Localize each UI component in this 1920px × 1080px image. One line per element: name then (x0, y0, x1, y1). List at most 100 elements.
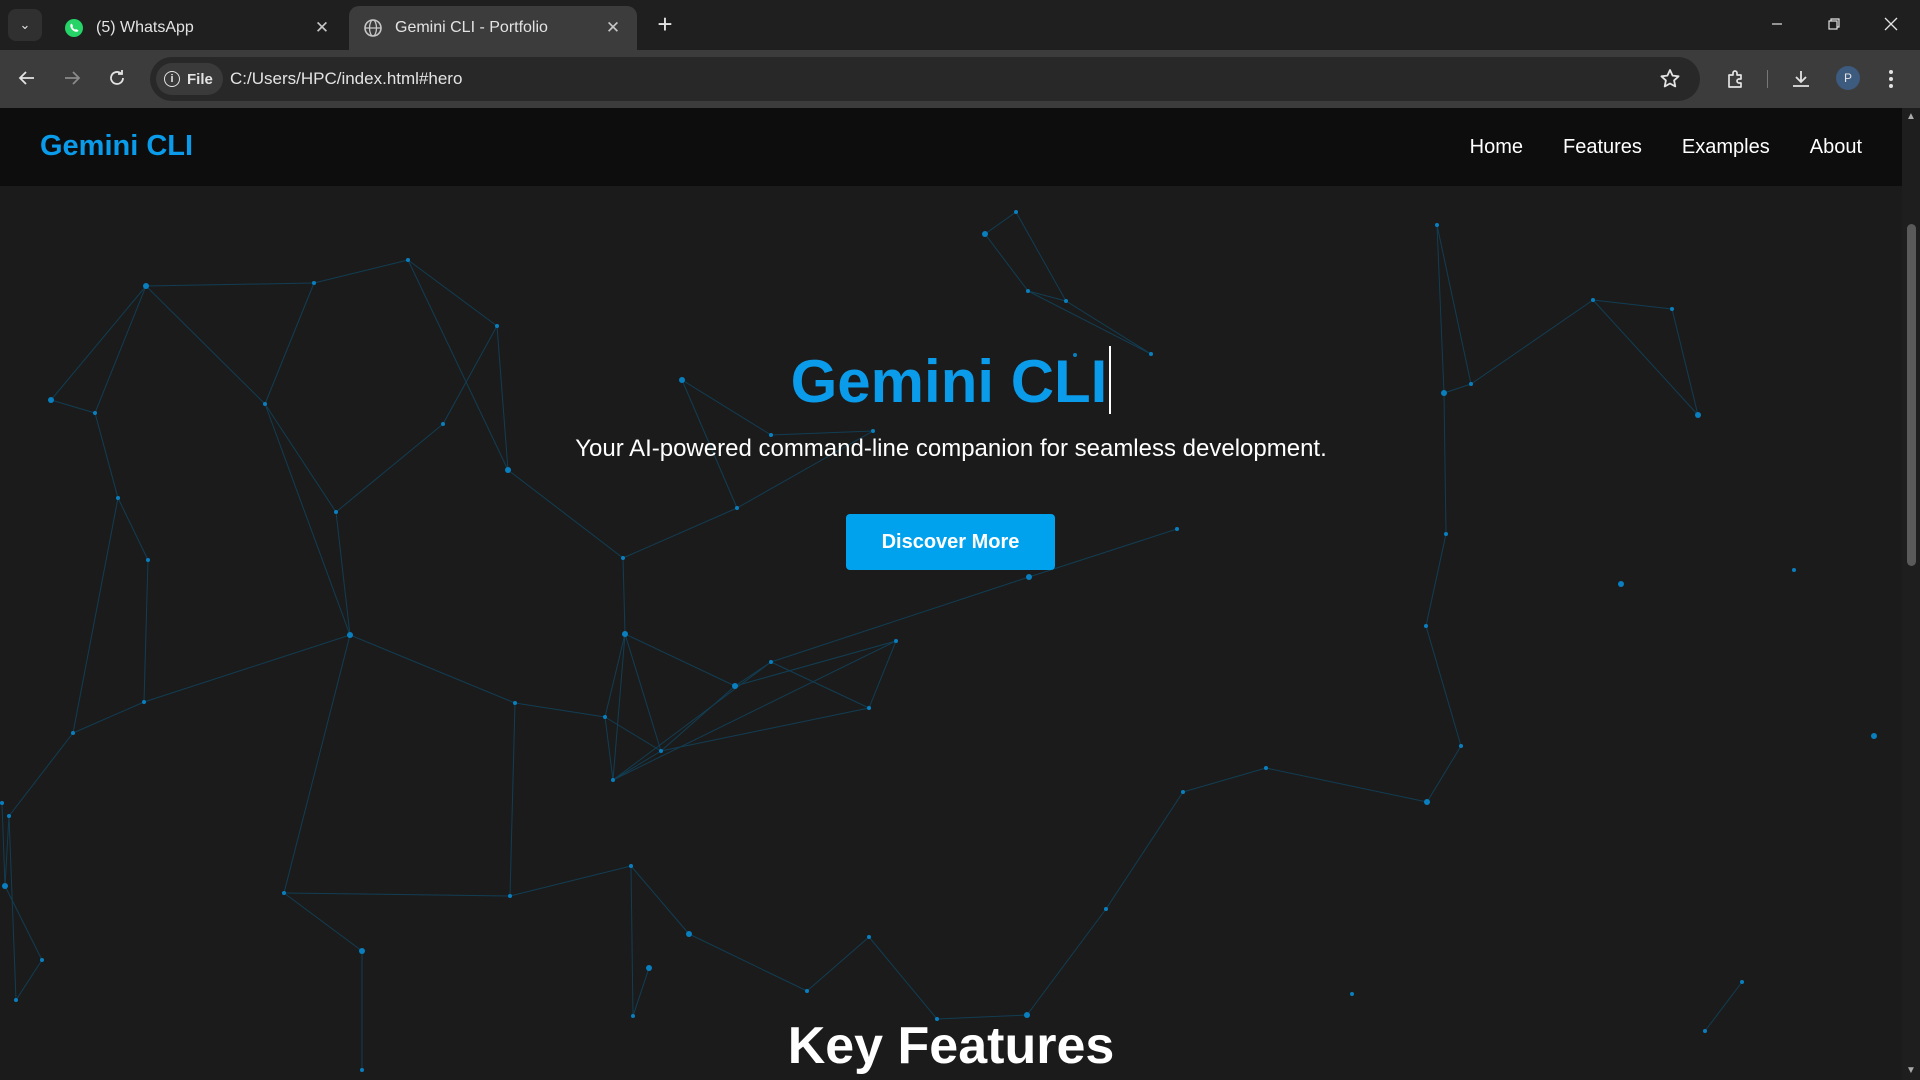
network-node (1740, 980, 1744, 984)
scroll-thumb[interactable] (1907, 224, 1916, 566)
scroll-up-icon[interactable]: ▲ (1906, 112, 1916, 122)
window-close-button[interactable] (1862, 0, 1920, 48)
network-link (143, 634, 351, 703)
network-link (622, 507, 738, 559)
network-node (334, 510, 338, 514)
network-node (871, 429, 875, 433)
network-link (407, 259, 498, 327)
network-link (509, 702, 516, 897)
nav-link-features[interactable]: Features (1563, 136, 1642, 159)
discover-more-button[interactable]: Discover More (846, 514, 1055, 570)
network-link (1027, 290, 1152, 355)
new-tab-button[interactable]: + (650, 10, 680, 40)
page-scrollbar[interactable]: ▲ ▼ (1902, 108, 1920, 1080)
tab-bar: ⌄ (5) WhatsApp ✕ Gemini CLI - Portfolio … (0, 0, 1920, 50)
network-link (622, 557, 626, 635)
bookmark-star-icon[interactable] (1658, 67, 1682, 91)
network-node (1444, 532, 1448, 536)
close-icon[interactable]: ✕ (312, 18, 332, 38)
site-info-chip[interactable]: i File (156, 63, 223, 95)
downloads-button[interactable] (1784, 62, 1818, 96)
tab-title: (5) WhatsApp (96, 19, 194, 36)
network-link (868, 640, 897, 709)
scroll-down-icon[interactable]: ▼ (1906, 1066, 1916, 1076)
typing-caret (1109, 346, 1112, 414)
nav-link-examples[interactable]: Examples (1682, 136, 1770, 159)
network-link (1105, 791, 1184, 910)
whatsapp-icon (64, 18, 84, 38)
tab-whatsapp[interactable]: (5) WhatsApp ✕ (50, 6, 346, 50)
network-node (1181, 790, 1185, 794)
network-link (4, 885, 43, 961)
network-node (622, 631, 628, 637)
network-link (143, 559, 149, 703)
tab-gemini-portfolio[interactable]: Gemini CLI - Portfolio ✕ (349, 6, 637, 50)
extensions-button[interactable] (1719, 62, 1753, 96)
network-node (406, 258, 410, 262)
network-node (894, 639, 898, 643)
network-link (984, 233, 1029, 292)
back-button[interactable] (9, 60, 45, 96)
close-icon[interactable]: ✕ (603, 18, 623, 38)
network-link (283, 892, 363, 952)
info-icon: i (164, 71, 180, 87)
network-node (646, 965, 652, 971)
forward-button[interactable] (54, 60, 90, 96)
page-viewport: Gemini CLI Home Features Examples About … (0, 108, 1902, 1080)
profile-avatar[interactable]: P (1836, 66, 1860, 90)
network-node (505, 467, 511, 473)
network-link (283, 892, 511, 897)
network-link (15, 959, 43, 1001)
network-node (347, 632, 353, 638)
network-node (867, 706, 871, 710)
network-link (624, 633, 662, 752)
network-node (769, 660, 773, 664)
network-node (146, 558, 150, 562)
network-node (116, 496, 120, 500)
network-link (8, 732, 74, 817)
network-link (660, 685, 736, 752)
network-node (1459, 744, 1463, 748)
site-logo[interactable]: Gemini CLI (40, 130, 193, 163)
network-link (612, 633, 626, 781)
address-bar[interactable]: i File C:/Users/HPC/index.html#hero (150, 57, 1700, 101)
network-node (1792, 568, 1796, 572)
site-navbar: Gemini CLI Home Features Examples About (0, 108, 1902, 186)
network-link (624, 633, 736, 687)
network-link (1182, 767, 1267, 793)
minimize-button[interactable] (1748, 0, 1806, 48)
network-link (632, 967, 650, 1017)
network-node (142, 700, 146, 704)
network-node (143, 283, 149, 289)
network-link (688, 933, 808, 992)
network-node (1871, 733, 1877, 739)
network-node (282, 891, 286, 895)
network-node (1591, 298, 1595, 302)
nav-link-about[interactable]: About (1810, 136, 1862, 159)
network-link (72, 701, 145, 734)
network-node (1424, 799, 1430, 805)
restore-button[interactable] (1805, 0, 1863, 48)
browser-menu-button[interactable] (1874, 62, 1908, 96)
url-text[interactable]: C:/Users/HPC/index.html#hero (230, 69, 462, 89)
tab-search-button[interactable]: ⌄ (8, 9, 42, 41)
network-link (283, 634, 351, 894)
network-link (1425, 533, 1447, 627)
network-node (2, 883, 8, 889)
network-link (1027, 290, 1067, 302)
network-link (509, 865, 632, 897)
network-link (145, 282, 315, 287)
nav-link-home[interactable]: Home (1470, 136, 1523, 159)
network-node (659, 749, 663, 753)
minimize-icon (1772, 23, 1782, 25)
network-node (441, 422, 445, 426)
network-node (1424, 624, 1428, 628)
network-node (735, 506, 739, 510)
nav-menu: Home Features Examples About (1470, 136, 1862, 159)
network-node (1175, 527, 1179, 531)
network-link (313, 259, 409, 284)
network-link (612, 750, 662, 781)
network-link (1426, 745, 1462, 803)
reload-button[interactable] (99, 60, 135, 96)
network-link (514, 702, 606, 718)
